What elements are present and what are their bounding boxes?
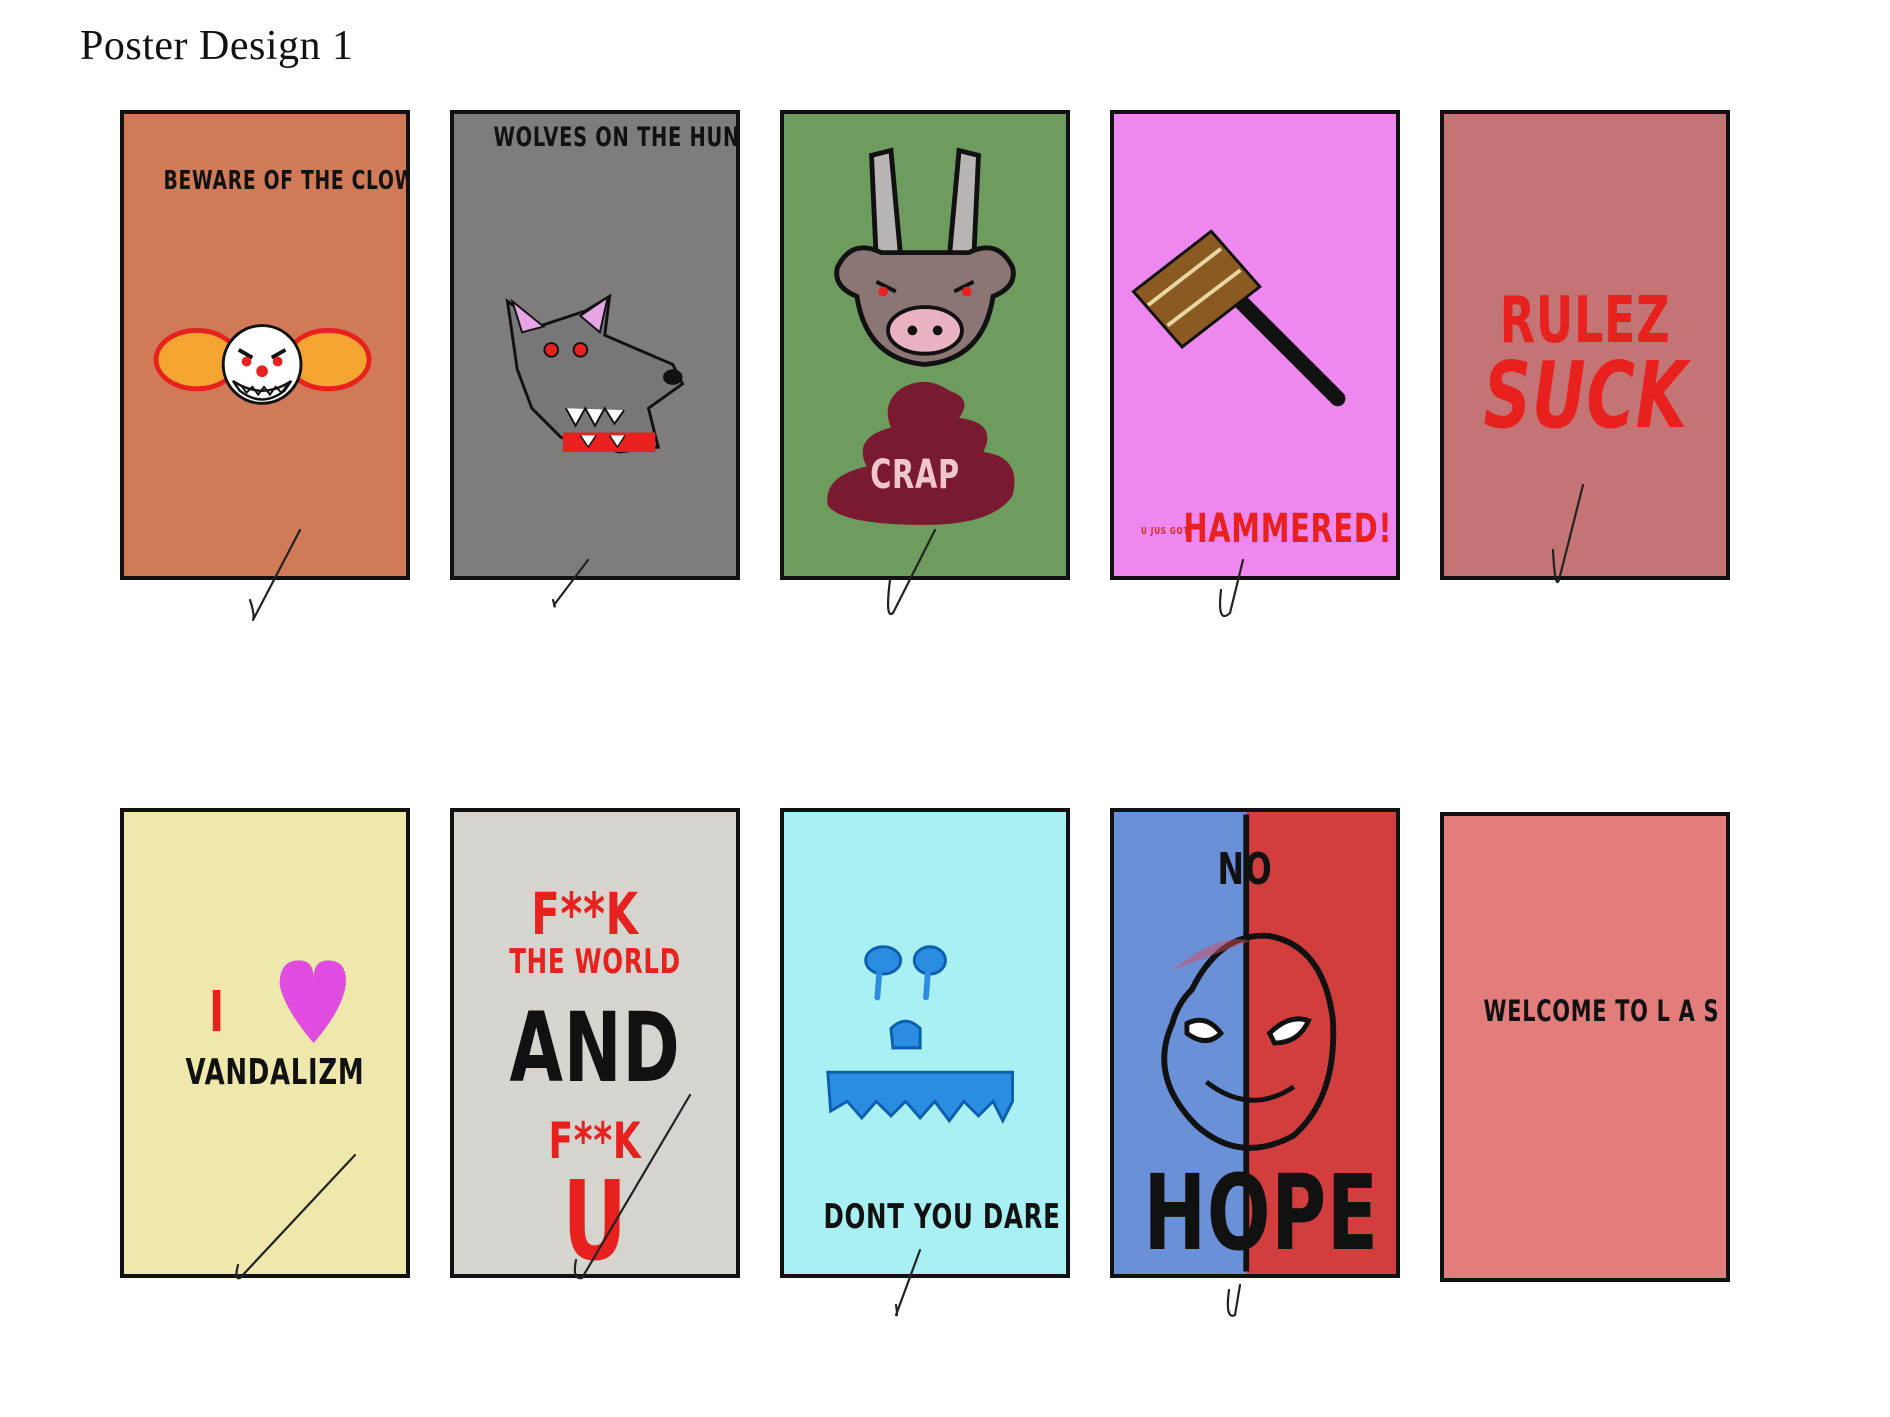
poster-world-line3: AND [509,992,681,1104]
checkmark-icon [248,528,302,622]
poster-hope[interactable]: NO HOPE [1110,808,1400,1278]
poster-cry-text: DONT YOU DARE CRY [823,1197,1066,1237]
checkmark-icon [1218,558,1245,618]
poster-world-line2: THE WORLD [509,942,681,982]
poster-vandalizm-line2: VANDALIZM [185,1052,365,1093]
poster-vegas[interactable]: WELCOME TO L A S VEGAS [1440,812,1730,1282]
wolf-head-icon [505,293,685,454]
poster-hammered[interactable]: U JUS GOT HAMMERED! [1110,110,1400,580]
page-title: Poster Design 1 [80,23,354,69]
poster-vegas-text: WELCOME TO L A S VEGAS [1483,994,1726,1028]
poster-crap[interactable]: CRAP [780,110,1070,580]
poster-hope-line2: HOPE [1143,1152,1379,1274]
clown-face-icon [153,324,372,405]
checkmark-icon [894,1248,922,1317]
poster-wolves[interactable]: WOLVES ON THE HUNT [450,110,740,580]
checkmark-icon [551,558,590,608]
poster-rulez-line2: SUCK [1483,342,1688,449]
poster-crap-text: CRAP [870,452,960,498]
poster-cry[interactable]: DONT YOU DARE CRY [780,808,1070,1278]
checkmark-icon [235,1153,357,1280]
poster-hope-line1: NO [1217,844,1273,895]
poster-world[interactable]: F**K THE WORLD AND F**K U [450,808,740,1278]
checkmark-icon [1226,1283,1242,1317]
checkmark-icon [886,528,937,616]
poster-hammered-text: HAMMERED! [1183,506,1393,552]
poster-world-line1: F**K [531,880,639,948]
checkmark-icon [1551,483,1585,583]
bull-head-icon [827,147,1016,525]
checkmark-icon [573,1093,692,1280]
poster-clowns[interactable]: BEWARE OF THE CLOWNS [120,110,410,580]
